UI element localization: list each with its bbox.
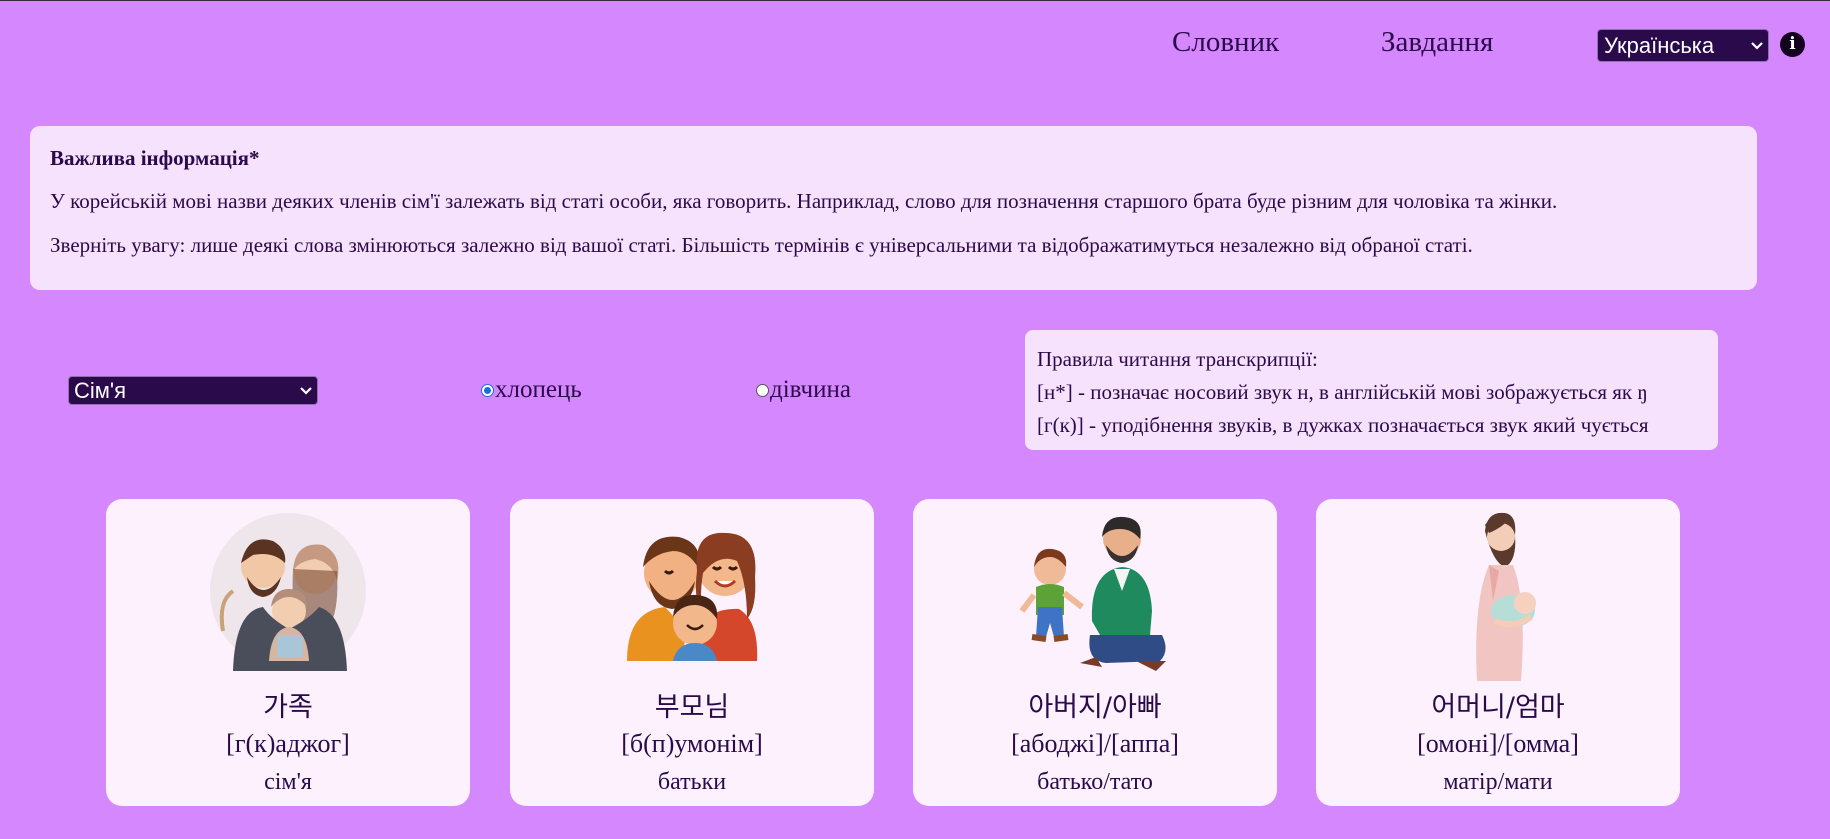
family-illustration bbox=[106, 511, 470, 671]
word-card-father[interactable]: 아버지/아빠 [абоджі]/[аппа] батько/тато bbox=[913, 499, 1277, 806]
radio-button-boy[interactable] bbox=[481, 383, 494, 397]
nav-tasks-link[interactable]: Завдання bbox=[1381, 26, 1493, 59]
gender-radio-boy[interactable]: хлопець bbox=[481, 376, 582, 404]
card-korean-word: 어머니/엄마 bbox=[1431, 692, 1565, 723]
rules-title: Правила читання транскрипції: bbox=[1037, 347, 1318, 371]
parents-illustration bbox=[510, 511, 874, 671]
card-transcription: [б(п)умонім] bbox=[621, 729, 763, 758]
mother-illustration bbox=[1316, 511, 1680, 681]
word-card-parents[interactable]: 부모님 [б(п)умонім] батьки bbox=[510, 499, 874, 806]
language-select[interactable]: Українська bbox=[1597, 29, 1769, 62]
card-transcription: [абоджі]/[аппа] bbox=[1011, 729, 1179, 758]
language-select-value: Українська bbox=[1604, 32, 1715, 58]
radio-button-girl[interactable] bbox=[756, 383, 769, 397]
card-transcription: [омоні]/[омма] bbox=[1417, 729, 1579, 758]
card-korean-word: 아버지/아빠 bbox=[1028, 692, 1162, 723]
transcription-rules-panel: Правила читання транскрипції: [н*] - поз… bbox=[1025, 330, 1718, 450]
category-select-value: Сім'я bbox=[74, 377, 127, 403]
rule-nasal: [н*] - позначає носовий звук н, в англій… bbox=[1037, 380, 1648, 404]
chevron-down-icon bbox=[1746, 35, 1768, 57]
word-card-mother[interactable]: 어머니/엄마 [омоні]/[омма] матір/мати bbox=[1316, 499, 1680, 806]
nav-dictionary-link[interactable]: Словник bbox=[1172, 26, 1279, 59]
card-korean-word: 부모님 bbox=[654, 692, 730, 723]
important-info-panel: Важлива інформація* У корейській мові на… bbox=[30, 126, 1757, 290]
rule-assimilation: [г(к)] - уподібнення звуків, в дужках по… bbox=[1037, 413, 1649, 437]
card-translation: матір/мати bbox=[1443, 769, 1553, 795]
word-card-family[interactable]: 가족 [г(к)аджог] сім'я bbox=[106, 499, 470, 806]
card-korean-word: 가족 bbox=[263, 692, 313, 723]
card-translation: сім'я bbox=[264, 769, 312, 795]
info-title: Важлива інформація* bbox=[50, 146, 260, 170]
gender-radio-girl[interactable]: дівчина bbox=[756, 376, 851, 404]
chevron-down-icon bbox=[295, 380, 317, 402]
info-text-2: Зверніть увагу: лише деякі слова змінюют… bbox=[50, 232, 1473, 257]
info-text-1: У корейській мові назви деяких членів сі… bbox=[50, 189, 1558, 214]
gender-label-boy: хлопець bbox=[495, 376, 582, 403]
card-translation: батьки bbox=[657, 769, 727, 795]
category-select[interactable]: Сім'я bbox=[68, 376, 318, 405]
card-translation: батько/тато bbox=[1037, 769, 1153, 795]
info-icon[interactable]: i bbox=[1780, 32, 1805, 57]
card-transcription: [г(к)аджог] bbox=[226, 729, 350, 758]
top-border bbox=[0, 0, 1830, 1]
father-illustration bbox=[913, 511, 1277, 671]
gender-label-girl: дівчина bbox=[770, 376, 851, 403]
